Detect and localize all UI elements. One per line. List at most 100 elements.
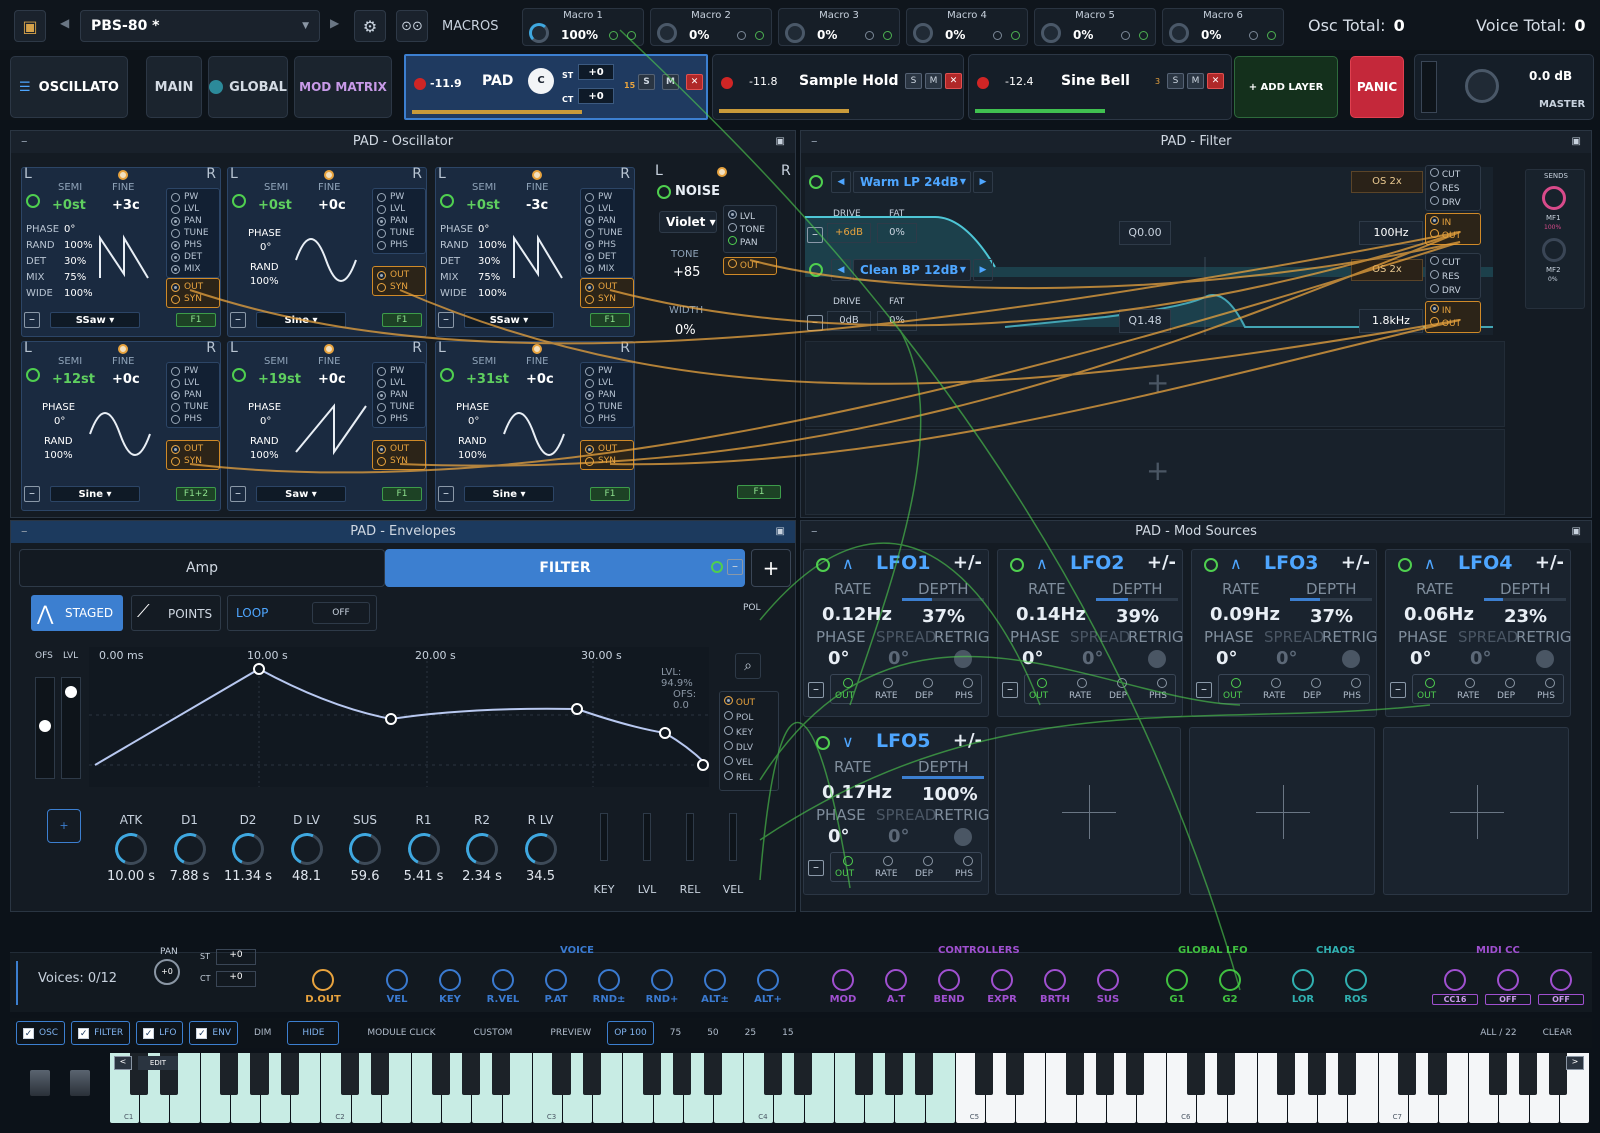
pan-handle[interactable] [324, 344, 334, 354]
spread-value[interactable]: 0° [1470, 648, 1492, 669]
semi-value[interactable]: +31st [466, 372, 509, 387]
waveform-select[interactable]: Saw ▾ [256, 486, 346, 502]
mod-target-pan[interactable]: PAN [377, 389, 421, 401]
save-icon[interactable]: ▣ [14, 10, 46, 42]
mod-target-pan[interactable]: PAN [585, 389, 629, 401]
macro-knob[interactable] [529, 23, 549, 43]
macro-1[interactable]: Macro 1 100% [522, 8, 644, 46]
remove-lfo-button[interactable]: – [1196, 682, 1212, 698]
remove-osc-button[interactable]: – [438, 312, 454, 328]
rand-value[interactable]: 100% [458, 450, 487, 461]
rate-value[interactable]: 0.12Hz [822, 604, 892, 625]
noise-opt-lvl[interactable]: LVL [728, 210, 772, 223]
mod-target-mix[interactable]: MIX [171, 263, 215, 275]
bipolar-toggle[interactable]: +/- [953, 552, 982, 573]
mod-target-tune[interactable]: TUNE [171, 227, 215, 239]
filter-target-res[interactable]: RES [1430, 270, 1476, 284]
macro-dot[interactable] [993, 31, 1002, 40]
master-knob[interactable] [1465, 69, 1499, 103]
mod-target-lvl[interactable]: LVL [377, 203, 421, 215]
osc-out-box[interactable]: OUT SYN [372, 440, 426, 470]
mute-button[interactable]: M [662, 74, 679, 90]
layer-sample-hold[interactable]: -11.8 Sample Hold S M ✕ [712, 54, 964, 120]
midi-cc-3[interactable]: OFF [1534, 969, 1588, 1005]
knob[interactable] [344, 828, 386, 870]
maximize-icon[interactable]: ▣ [776, 131, 785, 153]
ofs-handle[interactable] [39, 720, 51, 732]
empty-filter-slot[interactable]: + [805, 429, 1505, 515]
black-key[interactable] [341, 1053, 360, 1095]
bipolar-toggle[interactable]: +/- [1535, 552, 1564, 573]
remove-lfo-button[interactable]: – [808, 682, 824, 698]
bipolar-toggle[interactable]: +/- [1147, 552, 1176, 573]
black-key[interactable] [854, 1053, 873, 1095]
mod-target-tune[interactable]: TUNE [585, 401, 629, 413]
record-icon[interactable] [977, 77, 989, 89]
retrig-toggle[interactable] [1536, 650, 1554, 668]
settings-gear-icon[interactable]: ⚙ [354, 10, 386, 42]
semi-value[interactable]: +19st [258, 372, 301, 387]
solo-button[interactable]: S [1167, 73, 1184, 89]
black-key[interactable] [703, 1053, 722, 1095]
knob[interactable] [168, 828, 211, 870]
remove-osc-button[interactable]: – [438, 486, 454, 502]
remove-osc-button[interactable]: – [24, 486, 40, 502]
mod-target-lvl[interactable]: LVL [171, 377, 215, 389]
filter-out[interactable]: OUT [1430, 317, 1476, 330]
main-button[interactable]: MAIN [146, 56, 202, 118]
lfo-out-phs[interactable] [963, 678, 973, 688]
mod-target-pan[interactable]: PAN [171, 215, 215, 227]
semi-value[interactable]: +0st [258, 198, 292, 213]
power-icon[interactable] [657, 185, 671, 199]
phase-value[interactable]: 0° [468, 416, 479, 427]
empty-filter-slot[interactable]: + [805, 341, 1505, 427]
pan-handle[interactable] [532, 170, 542, 180]
prev-preset-icon[interactable]: ◀ [60, 16, 69, 30]
close-icon[interactable]: ✕ [945, 73, 962, 89]
knob[interactable] [519, 828, 562, 870]
filter-route-button[interactable]: F1 [590, 487, 630, 501]
mod-target-phs[interactable]: PHS [377, 239, 421, 251]
noise-out[interactable]: OUT [723, 257, 777, 275]
env-slider-key[interactable]: KEY [589, 813, 619, 896]
rate-value[interactable]: 0.06Hz [1404, 604, 1474, 625]
filter-route-button[interactable]: F1 [382, 313, 422, 327]
pan-handle[interactable] [118, 344, 128, 354]
env-knob-r1[interactable]: R1 5.41 s [396, 813, 452, 884]
remove-osc-button[interactable]: – [230, 486, 246, 502]
mod-target-pan[interactable]: PAN [377, 215, 421, 227]
black-key[interactable] [1307, 1053, 1326, 1095]
dout-source[interactable]: D.OUT [296, 969, 350, 1005]
layer-key-knob[interactable]: C [528, 68, 554, 94]
power-icon[interactable] [809, 175, 823, 189]
check-lfo[interactable]: ✓ LFO [136, 1021, 184, 1045]
env-route-key[interactable]: KEY [724, 726, 774, 741]
drive-value[interactable]: +6dB [827, 223, 871, 243]
mod-target-tune[interactable]: TUNE [377, 401, 421, 413]
power-icon[interactable] [440, 194, 454, 208]
knob[interactable] [285, 828, 328, 870]
lfo-out-phs[interactable] [1157, 678, 1167, 688]
mod-source-ros[interactable]: ROS [1329, 969, 1383, 1005]
black-key[interactable] [794, 1053, 813, 1095]
param-value[interactable]: 0° [64, 224, 75, 235]
phase-value[interactable]: 0° [1410, 648, 1432, 669]
mod-target-pw[interactable]: PW [377, 191, 421, 203]
mod-source-brth[interactable]: BRTH [1028, 969, 1082, 1005]
close-icon[interactable]: ✕ [1207, 73, 1224, 89]
loop-select[interactable]: OFF [312, 602, 370, 624]
maximize-icon[interactable]: ▣ [776, 521, 785, 543]
retrig-toggle[interactable] [954, 650, 972, 668]
hide-button[interactable]: HIDE [287, 1021, 340, 1045]
power-icon[interactable] [1204, 558, 1218, 572]
rand-value[interactable]: 100% [44, 450, 73, 461]
q-value[interactable]: Q0.00 [1119, 221, 1171, 245]
filter-in[interactable]: IN [1430, 216, 1476, 229]
remove-env-button[interactable]: – [727, 559, 743, 575]
mod-target-lvl[interactable]: LVL [585, 377, 629, 389]
mod-target-det[interactable]: DET [171, 251, 215, 263]
q-value[interactable]: Q1.48 [1119, 309, 1171, 333]
black-key[interactable] [763, 1053, 783, 1095]
black-key[interactable] [492, 1053, 511, 1095]
remove-lfo-button[interactable]: – [1390, 682, 1406, 698]
